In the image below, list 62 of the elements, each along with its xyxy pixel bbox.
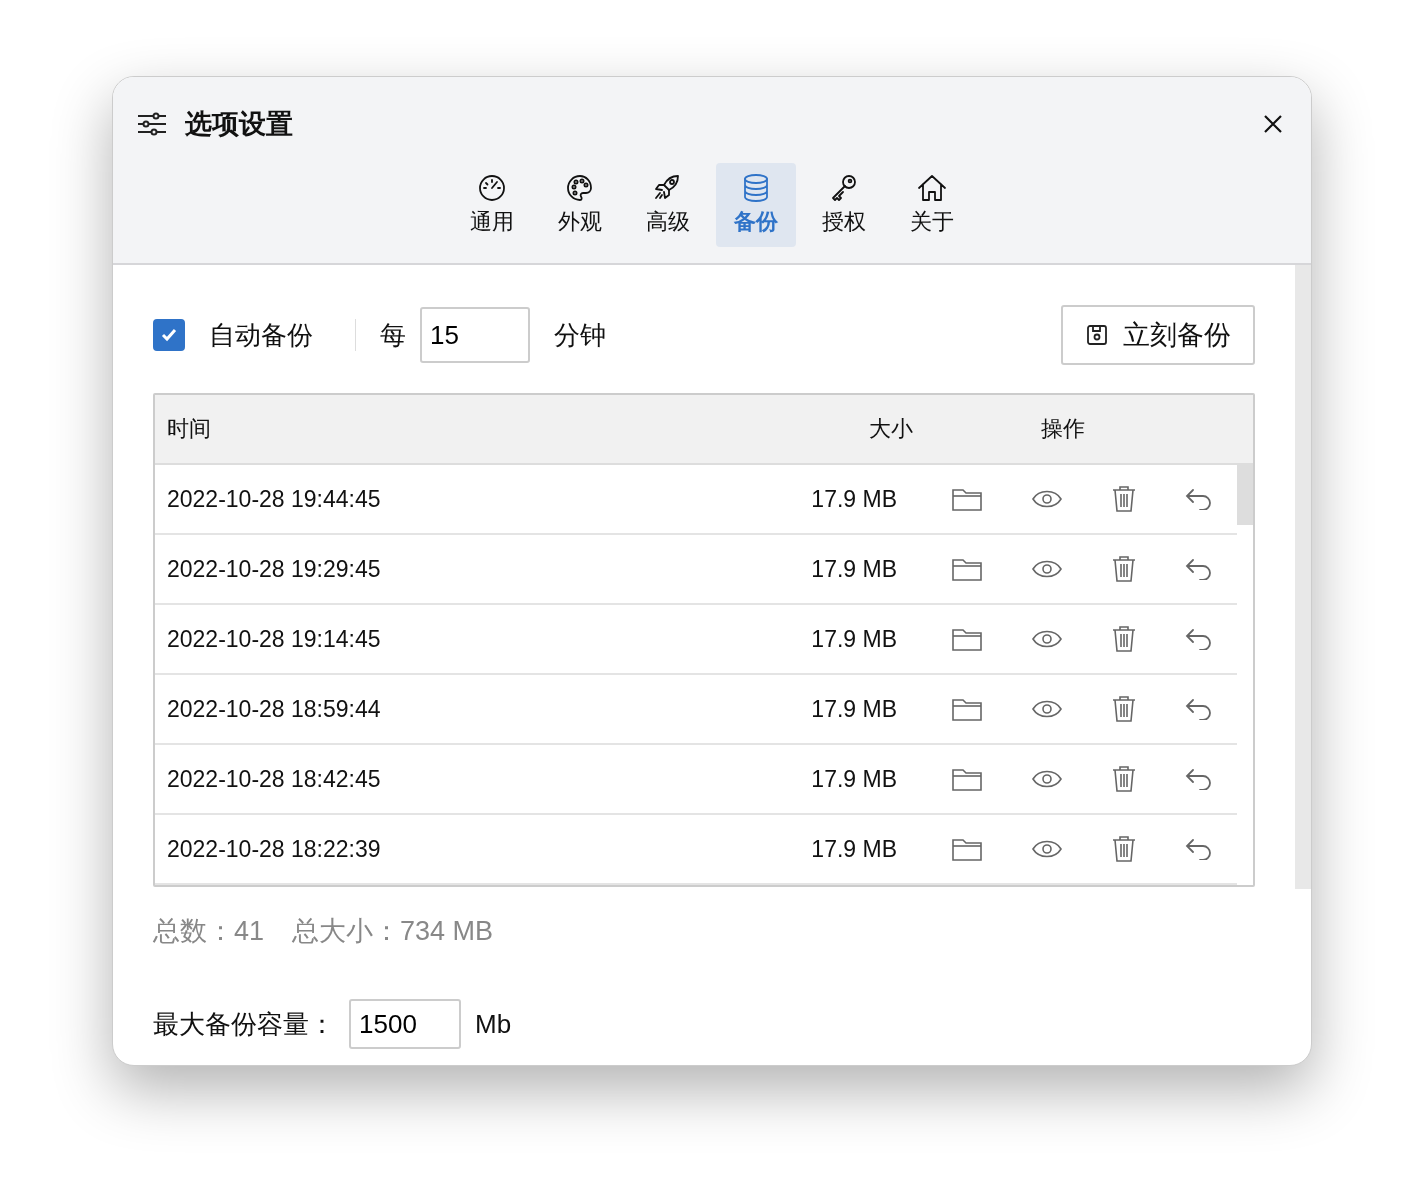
eye-icon[interactable] xyxy=(1031,628,1063,650)
tab[interactable]: 外观 xyxy=(540,163,620,247)
undo-icon[interactable] xyxy=(1185,488,1213,510)
table-cell-text: 17.9 MB xyxy=(810,485,897,513)
total-size-text: 总大小：734 MB xyxy=(292,915,494,948)
trash-icon[interactable] xyxy=(1111,485,1137,513)
sliders-icon xyxy=(137,112,167,136)
table-cell-text: 17.9 MB xyxy=(810,555,897,583)
undo-icon[interactable] xyxy=(1185,698,1213,720)
max-capacity-label: 最大备份容量： xyxy=(153,1007,335,1041)
interval-field[interactable]: 15 xyxy=(420,307,530,363)
eye-icon[interactable] xyxy=(1031,838,1063,860)
eye-icon[interactable] xyxy=(1031,558,1063,580)
table-cell-text: 2022-10-28 19:44:45 xyxy=(166,485,382,513)
eye-icon[interactable] xyxy=(1031,488,1063,510)
undo-icon[interactable] xyxy=(1185,558,1213,580)
checkbox[interactable] xyxy=(153,319,185,351)
trash-icon[interactable] xyxy=(1111,625,1137,653)
backup-now-button[interactable]: 立刻备份 xyxy=(1061,305,1255,365)
folder-icon[interactable] xyxy=(951,486,983,512)
tab[interactable]: 备份 xyxy=(716,163,796,247)
undo-icon[interactable] xyxy=(1185,628,1213,650)
table-cell-text: 17.9 MB xyxy=(810,835,897,863)
trash-icon[interactable] xyxy=(1111,765,1137,793)
undo-icon[interactable] xyxy=(1185,768,1213,790)
folder-icon[interactable] xyxy=(951,626,983,652)
window-title: 选项设置 xyxy=(185,108,294,141)
max-capacity-field[interactable]: 1500 xyxy=(349,999,461,1049)
folder-icon[interactable] xyxy=(951,556,983,582)
eye-icon[interactable] xyxy=(1031,768,1063,790)
table-cell-text: 17.9 MB xyxy=(810,765,897,793)
table-cell-text: 17.9 MB xyxy=(810,625,897,653)
every-label: 每 xyxy=(380,318,406,352)
close-icon[interactable] xyxy=(1263,114,1283,134)
trash-icon[interactable] xyxy=(1111,555,1137,583)
house-icon xyxy=(915,173,949,203)
table-cell-text: 2022-10-28 19:14:45 xyxy=(166,625,382,653)
unit-label: 分钟 xyxy=(554,318,606,352)
tab[interactable]: 高级 xyxy=(628,163,708,247)
auto-backup-label: 自动备份 xyxy=(209,318,313,352)
tab[interactable]: 授权 xyxy=(804,163,884,247)
column-header: 大小 xyxy=(868,415,913,443)
folder-icon[interactable] xyxy=(951,766,983,792)
window-scrollbar[interactable] xyxy=(1295,265,1311,889)
tab[interactable]: 关于 xyxy=(892,163,972,247)
undo-icon[interactable] xyxy=(1185,838,1213,860)
save-icon xyxy=(1085,323,1109,347)
trash-icon[interactable] xyxy=(1111,695,1137,723)
eye-icon[interactable] xyxy=(1031,698,1063,720)
table-cell-text: 17.9 MB xyxy=(810,695,897,723)
total-count-text: 总数：41 xyxy=(153,915,265,948)
folder-icon[interactable] xyxy=(951,836,983,862)
table-cell-text: 2022-10-28 18:42:45 xyxy=(166,765,382,793)
folder-icon[interactable] xyxy=(951,696,983,722)
capacity-unit-label: Mb xyxy=(475,1008,512,1040)
table-cell-text: 2022-10-28 19:29:45 xyxy=(166,555,382,583)
trash-icon[interactable] xyxy=(1111,835,1137,863)
table-cell-text: 2022-10-28 18:22:39 xyxy=(166,835,382,863)
column-header: 操作 xyxy=(1040,415,1086,443)
column-header: 时间 xyxy=(166,415,212,443)
table-cell-text: 2022-10-28 18:59:44 xyxy=(166,695,382,723)
tab[interactable]: 通用 xyxy=(452,163,532,247)
